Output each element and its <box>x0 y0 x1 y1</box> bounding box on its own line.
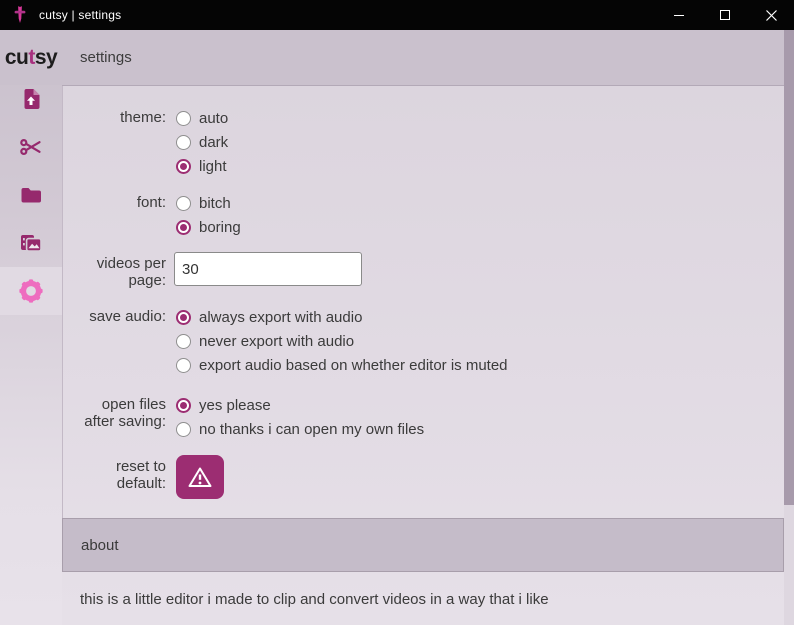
radio-icon[interactable] <box>176 421 191 437</box>
header: cutsy settings <box>0 30 794 85</box>
radio-icon[interactable] <box>176 195 191 211</box>
about-text: this is a little editor i made to clip a… <box>80 591 549 608</box>
window-controls <box>656 0 794 30</box>
radio-icon[interactable] <box>176 397 191 413</box>
radio-icon[interactable] <box>176 309 191 325</box>
warning-icon <box>188 467 212 487</box>
radio-theme-dark[interactable]: dark <box>176 130 228 154</box>
radio-open-files-no[interactable]: no thanks i can open my own files <box>176 417 424 441</box>
minimize-button[interactable] <box>656 0 702 30</box>
radio-icon[interactable] <box>176 357 191 373</box>
field-label-save-audio: save audio: <box>89 308 166 325</box>
close-icon <box>765 9 777 21</box>
scrollbar-thumb[interactable] <box>784 30 794 505</box>
videos-per-page-input[interactable] <box>174 252 362 286</box>
radio-save-audio-always[interactable]: always export with audio <box>176 305 508 329</box>
about-title: about <box>81 536 119 554</box>
radio-font-boring[interactable]: boring <box>176 215 241 239</box>
gear-icon <box>19 279 43 303</box>
close-button[interactable] <box>748 0 794 30</box>
field-label-open-files: open files after saving: <box>84 396 166 430</box>
radio-save-audio-muted[interactable]: export audio based on whether editor is … <box>176 353 508 377</box>
app-body: cutsy settings theme: auto dark light fo… <box>0 30 794 625</box>
cutsy-dagger-icon <box>13 6 27 24</box>
sidebar-item-cut[interactable] <box>0 123 62 171</box>
titlebar: cutsy | settings <box>0 0 794 30</box>
app-window: cutsy | settings cutsy settings theme: a… <box>0 0 794 625</box>
radio-theme-light[interactable]: light <box>176 154 228 178</box>
form-row-reset: reset to default: <box>80 455 794 499</box>
reset-to-default-button[interactable] <box>176 455 224 499</box>
logo-suffix: sy <box>34 45 58 69</box>
field-label-font: font: <box>136 194 166 211</box>
field-label-theme: theme: <box>120 109 166 126</box>
window-title: cutsy | settings <box>39 8 122 22</box>
app-logo: cutsy <box>0 46 62 70</box>
sidebar-item-files[interactable] <box>0 171 62 219</box>
radio-icon[interactable] <box>176 134 191 150</box>
folder-icon <box>21 188 41 203</box>
maximize-button[interactable] <box>702 0 748 30</box>
radio-theme-auto[interactable]: auto <box>176 106 228 130</box>
sidebar-item-gallery[interactable] <box>0 219 62 267</box>
about-header: about <box>62 518 784 572</box>
radio-open-files-yes[interactable]: yes please <box>176 393 424 417</box>
video-gallery-icon <box>21 235 42 252</box>
scissors-icon <box>20 138 41 155</box>
maximize-icon <box>720 10 730 20</box>
form-row-font: font: bitch boring <box>80 191 794 239</box>
scrollbar[interactable] <box>784 30 794 625</box>
page-title: settings <box>80 49 132 66</box>
form-row-theme: theme: auto dark light <box>80 106 794 178</box>
upload-file-icon <box>24 89 40 109</box>
form-row-open-files: open files after saving: yes please no t… <box>80 393 794 441</box>
logo-prefix: cu <box>4 45 29 69</box>
radio-icon[interactable] <box>176 333 191 349</box>
radio-icon[interactable] <box>176 158 191 174</box>
form-row-save-audio: save audio: always export with audio nev… <box>80 305 794 377</box>
minimize-icon <box>674 14 684 16</box>
form-row-videos-per-page: videos per page: <box>80 252 794 289</box>
radio-icon[interactable] <box>176 219 191 235</box>
field-label-videos-per-page: videos per page: <box>96 255 166 289</box>
sidebar-item-settings[interactable] <box>0 267 62 315</box>
radio-font-bitch[interactable]: bitch <box>176 191 241 215</box>
settings-panel: theme: auto dark light font: bitch borin… <box>62 86 794 518</box>
sidebar-item-import[interactable] <box>0 75 62 123</box>
radio-save-audio-never[interactable]: never export with audio <box>176 329 508 353</box>
radio-icon[interactable] <box>176 110 191 126</box>
field-label-reset: reset to default: <box>115 458 166 492</box>
